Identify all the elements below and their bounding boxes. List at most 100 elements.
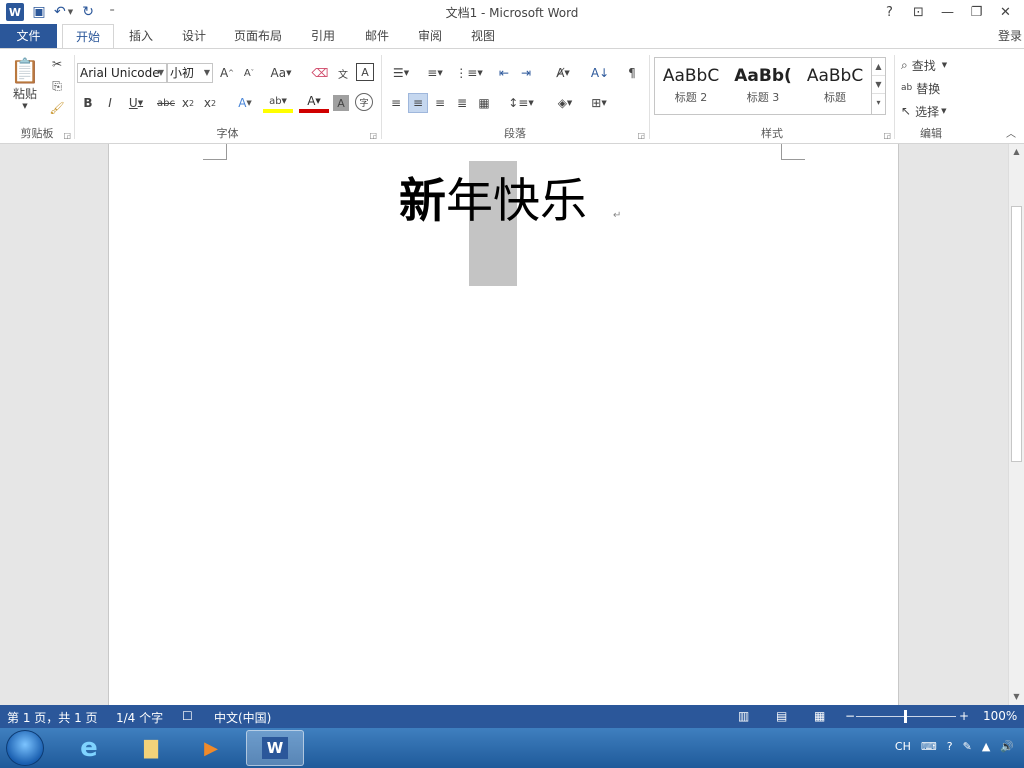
- copy-icon[interactable]: ⎘: [48, 77, 66, 95]
- pen-icon[interactable]: ✎: [963, 740, 972, 753]
- language-indicator[interactable]: 中文(中国): [214, 709, 271, 726]
- heading-char-selected[interactable]: 年: [446, 174, 493, 230]
- help-button[interactable]: ?: [875, 5, 904, 20]
- volume-icon[interactable]: 🔊: [1000, 740, 1014, 753]
- chinese-layout-icon[interactable]: Ⱥ ▼: [548, 63, 578, 83]
- superscript-icon[interactable]: x2: [201, 93, 219, 113]
- internet-explorer-icon[interactable]: e: [62, 730, 116, 766]
- format-painter-icon[interactable]: 🖌: [48, 99, 66, 117]
- web-layout-icon[interactable]: ▦: [814, 709, 825, 723]
- vertical-scrollbar[interactable]: ▲ ▼: [1008, 144, 1024, 705]
- heading-char[interactable]: 乐: [540, 174, 587, 230]
- replace-button[interactable]: ab 替换: [901, 78, 965, 98]
- proofing-icon[interactable]: ☐: [182, 709, 193, 723]
- sort-icon[interactable]: A↓: [588, 63, 612, 83]
- dialog-launcher-icon[interactable]: ◲: [63, 131, 71, 140]
- justify-icon[interactable]: ≣: [452, 93, 472, 113]
- restore-button[interactable]: ❐: [962, 5, 991, 20]
- save-icon[interactable]: ▣: [30, 2, 48, 22]
- text-effects-icon[interactable]: A ▼: [231, 93, 259, 113]
- heading-char[interactable]: 新: [399, 174, 446, 230]
- tab-view[interactable]: 视图: [460, 24, 506, 49]
- numbering-icon[interactable]: ≡ ▼: [420, 63, 450, 83]
- redo-icon[interactable]: ↻: [79, 2, 97, 22]
- clear-formatting-icon[interactable]: ⌫: [310, 63, 330, 83]
- zoom-slider-thumb[interactable]: [904, 710, 907, 723]
- dialog-launcher-icon[interactable]: ◲: [637, 131, 645, 140]
- shading-icon[interactable]: ◈ ▼: [550, 93, 580, 113]
- tab-insert[interactable]: 插入: [118, 24, 164, 49]
- distributed-icon[interactable]: ▦: [474, 93, 494, 113]
- scrollbar-thumb[interactable]: [1011, 206, 1022, 462]
- chevron-down-icon[interactable]: ▼: [68, 8, 73, 16]
- tab-design[interactable]: 设计: [171, 24, 217, 49]
- align-center-icon[interactable]: ≡: [408, 93, 428, 113]
- help-icon[interactable]: ?: [947, 740, 953, 753]
- enclose-characters-icon[interactable]: 字: [355, 93, 373, 111]
- tab-home[interactable]: 开始: [62, 24, 114, 50]
- scroll-up-icon[interactable]: ▲: [1009, 144, 1024, 160]
- document-heading[interactable]: 新年快乐: [399, 174, 587, 230]
- dialog-launcher-icon[interactable]: ◲: [883, 131, 891, 140]
- word-taskbar-icon[interactable]: W: [246, 730, 304, 766]
- file-explorer-icon[interactable]: ▇: [124, 730, 178, 766]
- align-left-icon[interactable]: ≡: [386, 93, 406, 113]
- document-page[interactable]: 新年快乐 ↵: [108, 144, 899, 705]
- input-language[interactable]: CH: [895, 740, 911, 753]
- print-layout-icon[interactable]: ▤: [776, 709, 787, 723]
- dialog-launcher-icon[interactable]: ◲: [369, 131, 377, 140]
- tab-file[interactable]: 文件: [0, 24, 57, 49]
- change-case-icon[interactable]: Aa ▼: [267, 63, 295, 83]
- word-logo-icon[interactable]: W: [6, 3, 24, 21]
- collapse-ribbon-icon[interactable]: ︿: [1006, 125, 1016, 140]
- select-button[interactable]: ↖ 选择 ▼: [901, 101, 965, 121]
- character-shading-icon[interactable]: A: [333, 95, 349, 111]
- zoom-in-button[interactable]: +: [959, 709, 969, 723]
- underline-icon[interactable]: U ▼: [123, 93, 149, 113]
- heading-char[interactable]: 快: [493, 174, 540, 230]
- undo-button[interactable]: ↶ ▼: [54, 2, 73, 22]
- bold-icon[interactable]: B: [79, 93, 97, 113]
- media-player-icon[interactable]: ▶: [184, 730, 238, 766]
- character-border-icon[interactable]: A: [356, 63, 374, 81]
- font-size-combo[interactable]: 小初 ▼: [167, 63, 213, 83]
- close-button[interactable]: ✕: [991, 5, 1020, 20]
- customize-qat-icon[interactable]: ⁼: [103, 2, 121, 22]
- highlight-icon[interactable]: ab ▼: [263, 93, 293, 113]
- scroll-down-icon[interactable]: ▼: [1009, 689, 1024, 705]
- subscript-icon[interactable]: x2: [179, 93, 197, 113]
- font-color-icon[interactable]: A ▼: [299, 93, 329, 113]
- login-link[interactable]: 登录: [998, 27, 1022, 44]
- italic-icon[interactable]: I: [101, 93, 119, 113]
- align-right-icon[interactable]: ≡: [430, 93, 450, 113]
- shrink-font-icon[interactable]: Aˇ: [240, 63, 258, 83]
- line-spacing-icon[interactable]: ↕≡ ▼: [506, 93, 536, 113]
- phonetic-guide-icon[interactable]: 文: [333, 63, 353, 83]
- borders-icon[interactable]: ⊞ ▼: [584, 93, 614, 113]
- bullets-icon[interactable]: ☰ ▼: [386, 63, 416, 83]
- tab-references[interactable]: 引用: [300, 24, 346, 49]
- cut-icon[interactable]: ✂: [48, 55, 66, 73]
- ribbon-display-options-button[interactable]: ⊡: [904, 5, 933, 20]
- start-button[interactable]: [6, 730, 44, 766]
- page-count[interactable]: 第 1 页，共 1 页: [7, 709, 98, 726]
- find-button[interactable]: ⌕ 查找 ▼: [901, 55, 965, 75]
- multilevel-list-icon[interactable]: ⋮≡ ▼: [454, 63, 484, 83]
- show-hidden-icons[interactable]: ▲: [982, 740, 990, 753]
- strikethrough-icon[interactable]: abc: [155, 93, 177, 113]
- grow-font-icon[interactable]: A ^: [218, 63, 236, 83]
- read-mode-icon[interactable]: ▥: [738, 709, 749, 723]
- tab-review[interactable]: 审阅: [407, 24, 453, 49]
- decrease-indent-icon[interactable]: ⇤: [494, 63, 514, 83]
- increase-indent-icon[interactable]: ⇥: [516, 63, 536, 83]
- paste-button[interactable]: 📋 粘贴 ▼: [8, 55, 42, 111]
- tab-page-layout[interactable]: 页面布局: [226, 24, 290, 49]
- word-count[interactable]: 1/4 个字: [116, 709, 163, 726]
- show-formatting-icon[interactable]: ¶: [622, 63, 642, 83]
- zoom-out-button[interactable]: −: [845, 709, 855, 723]
- font-name-combo[interactable]: Arial Unicode ▼: [77, 63, 167, 83]
- keyboard-icon[interactable]: ⌨: [921, 740, 937, 753]
- minimize-button[interactable]: —: [933, 5, 962, 20]
- tab-mailings[interactable]: 邮件: [354, 24, 400, 49]
- zoom-level[interactable]: 100%: [983, 709, 1017, 723]
